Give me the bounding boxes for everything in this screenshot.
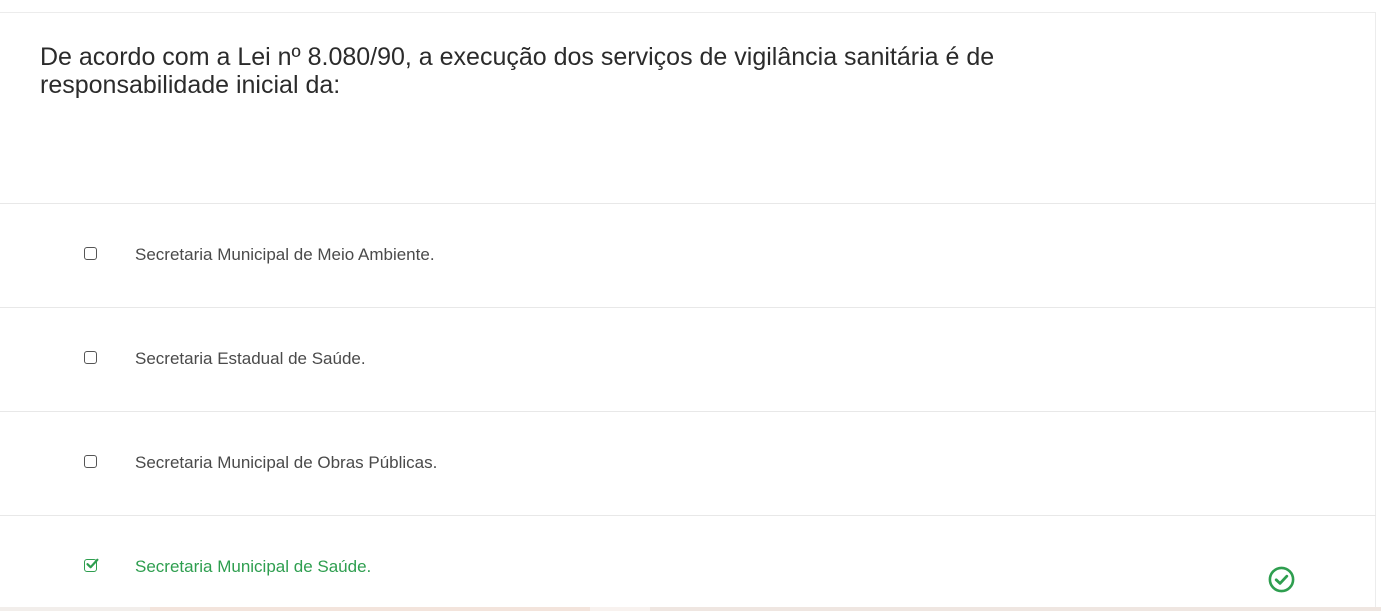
option-label: Secretaria Municipal de Obras Públicas. <box>135 453 438 472</box>
check-circle-icon <box>1268 566 1295 593</box>
checkbox-icon[interactable] <box>84 351 97 364</box>
strip-segment <box>0 607 150 611</box>
question-text: De acordo com a Lei nº 8.080/90, a execu… <box>40 43 995 99</box>
strip-segment <box>590 607 650 611</box>
option-label: Secretaria Municipal de Saúde. <box>135 557 372 576</box>
option-4[interactable]: Secretaria Municipal de Saúde. <box>0 515 1376 612</box>
checkbox-icon[interactable] <box>84 455 97 468</box>
question-card: De acordo com a Lei nº 8.080/90, a execu… <box>0 12 1376 611</box>
option-label: Secretaria Municipal de Meio Ambiente. <box>135 245 435 264</box>
bottom-strip <box>0 607 1381 611</box>
option-3[interactable]: Secretaria Municipal de Obras Públicas. <box>0 411 1376 515</box>
strip-segment <box>650 607 1381 611</box>
strip-segment <box>150 607 590 611</box>
option-1[interactable]: Secretaria Municipal de Meio Ambiente. <box>0 203 1376 307</box>
check-square-icon[interactable] <box>84 558 99 572</box>
check-mark-icon <box>86 558 99 569</box>
option-label: Secretaria Estadual de Saúde. <box>135 349 366 368</box>
option-2[interactable]: Secretaria Estadual de Saúde. <box>0 307 1376 411</box>
checkbox-icon[interactable] <box>84 247 97 260</box>
